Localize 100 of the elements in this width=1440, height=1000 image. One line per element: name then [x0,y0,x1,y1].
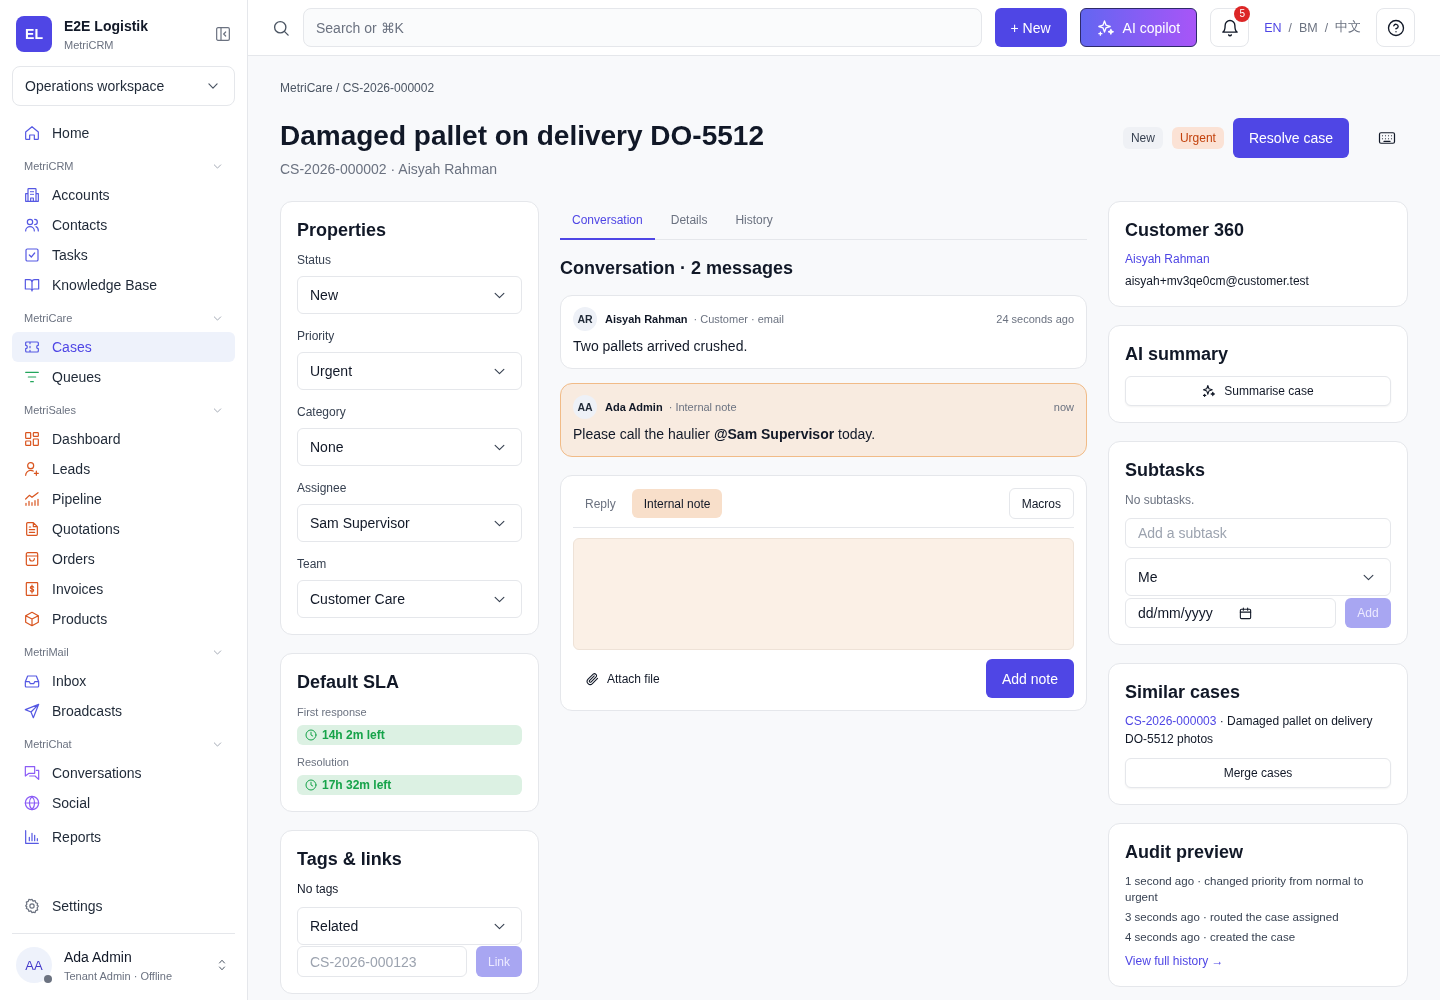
message-meta: · Customer · email [693,313,784,325]
summarise-case-button[interactable]: Summarise case [1125,376,1391,406]
nav-item[interactable]: Inbox [12,666,235,696]
language-option[interactable]: 中文 [1335,19,1361,36]
nav-item[interactable]: Leads [12,454,235,484]
card-title: Audit preview [1125,841,1245,864]
composer-mode-tab[interactable]: Internal note [631,489,723,518]
select-field[interactable]: Sam Supervisor [297,504,522,542]
nav-item[interactable]: Knowledge Base [12,270,235,300]
tab[interactable]: Conversation [560,201,655,240]
empty-tags-text: No tags [297,881,340,897]
nav-group-toggle[interactable]: MetriMail [12,634,235,666]
select-field[interactable]: Urgent [297,352,522,390]
macros-button[interactable]: Macros [1008,488,1074,519]
language-separator: / [1324,20,1328,35]
select-field[interactable]: New [297,276,522,314]
building-icon [24,187,40,203]
nav-item[interactable]: Tasks [12,240,235,270]
nav-item[interactable]: Reports [12,822,235,852]
nav-item[interactable]: Products [12,604,235,634]
nav-item[interactable]: Contacts [12,210,235,240]
language-option[interactable]: BM [1298,20,1318,35]
bag-icon [24,551,40,567]
nav-item[interactable]: Accounts [12,180,235,210]
select-field[interactable]: None [297,428,522,466]
nav-item[interactable]: Social [12,788,235,818]
select-field[interactable]: Customer Care [297,580,522,618]
audit-entry: 4 seconds ago · created the case [1125,930,1297,945]
status-tag: New [1122,127,1163,149]
new-button[interactable]: + New [994,8,1067,47]
bar-chart-icon [24,829,40,845]
relation-select[interactable]: Related [297,907,522,945]
panel-icon[interactable] [215,26,231,42]
nav-item[interactable]: Settings [12,891,235,921]
notifications-button[interactable]: 5 [1210,8,1250,47]
customer-name-link[interactable]: Aisyah Rahman [1125,251,1210,267]
nav-group-toggle[interactable]: MetriChat [12,726,235,758]
case-link[interactable]: CS-2026-000003 [1125,714,1217,728]
date-field[interactable]: dd/mm/yyyy [1125,598,1336,628]
card-title: Tags & links [297,848,403,871]
message-body: Please call the haulier @Sam Supervisor today. [573,425,877,444]
ai-copilot-button[interactable]: AI copilot [1079,8,1198,47]
nav-group-toggle[interactable]: MetriCRM [12,148,235,180]
notification-count: 5 [1234,6,1251,22]
globe-icon [24,795,40,811]
nav-item[interactable]: Conversations [12,758,235,788]
sla-time-left: 14h 2m left [322,728,385,742]
bell-icon [1220,18,1239,37]
nav-item[interactable]: Queues [12,362,235,392]
checkbox-icon [24,247,40,263]
chat-icon [24,765,40,781]
nav-item[interactable]: Home [12,118,235,148]
search-icon [272,18,290,37]
nav-item[interactable]: Orders [12,544,235,574]
message-body: Two pallets arrived crushed. [573,337,749,356]
nav-item[interactable]: Broadcasts [12,696,235,726]
card-title: AI summary [1125,343,1230,366]
message-meta: · Internal note [668,401,737,413]
subtask-input[interactable]: Add a subtask [1125,518,1391,548]
assignee-select[interactable]: Me [1125,558,1391,596]
nav-group-toggle[interactable]: MetriCare [12,300,235,332]
sla-label: First response [297,705,368,719]
composer-mode-tab[interactable]: Reply [573,489,628,518]
send-icon [24,703,40,719]
case-id-input[interactable]: CS-2026-000123 [297,946,467,977]
field-label: Team [297,556,328,572]
home-icon [24,125,40,141]
users-icon [24,217,40,233]
tab[interactable]: Details [658,201,720,240]
nav-item[interactable]: Pipeline [12,484,235,514]
card-title: Similar cases [1125,681,1242,704]
box-icon [24,611,40,627]
calendar-icon [1238,606,1252,620]
paperclip-icon [585,671,599,686]
filter-lines-icon [24,369,40,385]
language-option[interactable]: EN [1264,20,1282,35]
keyboard-icon[interactable] [1378,129,1396,147]
sla-time-left: 17h 32m left [322,778,392,792]
nav-item[interactable]: Cases [12,332,235,362]
chevron-up-down-icon[interactable] [216,959,228,971]
help-button[interactable] [1376,8,1415,47]
add-note-button[interactable]: Add note [985,659,1074,698]
nav-item[interactable]: Invoices [12,574,235,604]
nav-group-toggle[interactable]: MetriSales [12,392,235,424]
sla-label: Resolution [297,755,350,769]
breadcrumb: MetriCare / CS-2026-000002 [280,81,436,95]
invoice-icon [24,581,40,597]
workspace-select[interactable]: Operations workspace [12,66,235,106]
user-avatar: AA [16,947,52,983]
nav-item[interactable]: Quotations [12,514,235,544]
section-heading: Conversation · 2 messages [560,257,795,280]
merge-cases-button[interactable]: Merge cases [1125,758,1391,788]
resolve-case-button[interactable]: Resolve case [1232,118,1349,158]
message-time: 24 seconds ago [996,313,1074,325]
search-field[interactable]: Search or ⌘K [303,8,982,47]
nav-item[interactable]: Dashboard [12,424,235,454]
view-history-link[interactable]: View full history → [1125,953,1224,969]
field-label: Assignee [297,480,348,496]
attach-file-button[interactable]: Attach file [585,671,660,686]
tab[interactable]: History [723,201,785,240]
